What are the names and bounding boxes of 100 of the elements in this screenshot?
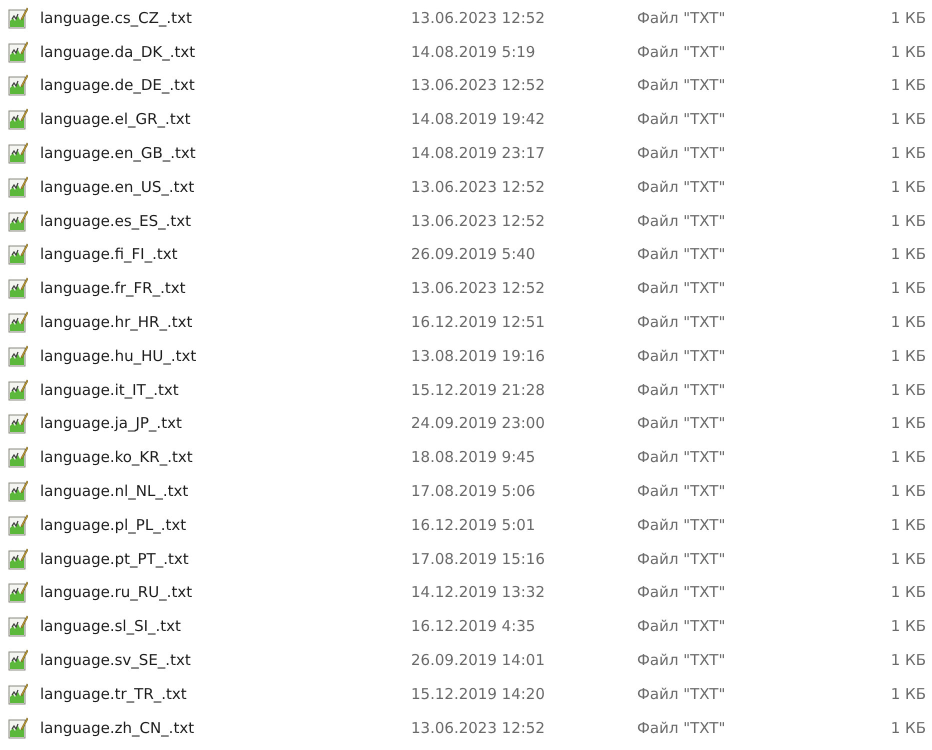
file-type: Файл "TXT" [637,448,726,466]
modified-date: 13.06.2023 12:52 [411,178,546,196]
file-size: 1 КБ [890,212,926,230]
file-type: Файл "TXT" [637,516,726,534]
file-type: Файл "TXT" [637,651,726,670]
file-size: 1 КБ [890,279,926,298]
modified-date: 26.09.2019 14:01 [411,651,546,670]
text-file-icon [8,682,28,705]
text-file-icon [8,243,28,266]
file-size: 1 КБ [890,550,926,568]
modified-date: 15.12.2019 14:20 [411,684,546,703]
file-name[interactable]: language.fr_FR_.txt [40,279,411,298]
file-name[interactable]: language.sl_SI_.txt [40,617,411,636]
file-size: 1 КБ [890,516,926,534]
file-size: 1 КБ [890,110,926,128]
text-file-icon [8,649,28,672]
file-size: 1 КБ [890,448,926,466]
file-name[interactable]: language.sv_SE_.txt [40,651,411,670]
file-type: Файл "TXT" [637,279,726,298]
file-size: 1 КБ [890,380,926,399]
file-type: Файл "TXT" [637,346,726,365]
file-name[interactable]: language.pt_PT_.txt [40,550,411,568]
file-name[interactable]: language.hu_HU_.txt [40,346,411,365]
text-file-icon [8,311,28,334]
modified-date: 26.09.2019 5:40 [411,245,536,264]
modified-date: 16.12.2019 5:01 [411,516,536,534]
text-file-icon [8,277,28,300]
file-size: 1 КБ [890,583,926,602]
file-type: Файл "TXT" [637,42,726,61]
file-name[interactable]: language.el_GR_.txt [40,110,411,128]
file-type: Файл "TXT" [637,8,726,27]
modified-date: 13.06.2023 12:52 [411,8,546,27]
text-file-icon [8,480,28,502]
file-name[interactable]: language.ko_KR_.txt [40,448,411,466]
file-name[interactable]: language.de_DE_.txt [40,76,411,94]
file-type: Файл "TXT" [637,482,726,500]
file-size: 1 КБ [890,178,926,196]
file-name[interactable]: language.fi_FI_.txt [40,245,411,264]
file-type: Файл "TXT" [637,617,726,636]
text-file-icon [8,548,28,570]
file-type: Файл "TXT" [637,414,726,432]
text-file-icon [8,108,28,130]
file-name[interactable]: language.es_ES_.txt [40,212,411,230]
file-size: 1 КБ [890,245,926,264]
file-name[interactable]: language.en_US_.txt [40,178,411,196]
text-file-icon [8,378,28,401]
text-file-icon [8,40,28,63]
file-type: Файл "TXT" [637,245,726,264]
file-size: 1 КБ [890,482,926,500]
file-name[interactable]: language.tr_TR_.txt [40,684,411,703]
file-type: Файл "TXT" [637,684,726,703]
file-size: 1 КБ [890,346,926,365]
file-name[interactable]: language.en_GB_.txt [40,144,411,162]
modified-date: 17.08.2019 15:16 [411,550,546,568]
modified-date: 14.12.2019 13:32 [411,583,546,602]
file-name[interactable]: language.ja_JP_.txt [40,414,411,432]
file-size: 1 КБ [890,684,926,703]
file-name[interactable]: language.cs_CZ_.txt [40,8,411,27]
file-type: Файл "TXT" [637,313,726,332]
file-type: Файл "TXT" [637,583,726,602]
text-file-icon [8,176,28,198]
text-file-icon [8,6,28,29]
modified-date: 14.08.2019 19:42 [411,110,546,128]
file-size: 1 КБ [890,144,926,162]
file-size: 1 КБ [890,617,926,636]
file-type: Файл "TXT" [637,212,726,230]
file-size: 1 КБ [890,718,926,737]
text-file-icon [8,716,28,739]
text-file-icon [8,142,28,164]
file-size: 1 КБ [890,651,926,670]
modified-date: 15.12.2019 21:28 [411,380,546,399]
file-name[interactable]: language.ru_RU_.txt [40,583,411,602]
modified-date: 16.12.2019 12:51 [411,313,546,332]
file-size: 1 КБ [890,8,926,27]
file-name[interactable]: language.pl_PL_.txt [40,516,411,534]
modified-date: 13.08.2019 19:16 [411,346,546,365]
text-file-icon [8,615,28,638]
text-file-icon [8,446,28,468]
modified-date: 16.12.2019 4:35 [411,617,536,636]
file-type: Файл "TXT" [637,144,726,162]
modified-date: 18.08.2019 9:45 [411,448,536,466]
file-type: Файл "TXT" [637,550,726,568]
modified-date: 13.06.2023 12:52 [411,718,546,737]
file-type: Файл "TXT" [637,76,726,94]
text-file-icon [8,412,28,434]
file-name[interactable]: language.hr_HR_.txt [40,313,411,332]
file-type: Файл "TXT" [637,380,726,399]
file-name[interactable]: language.zh_CN_.txt [40,718,411,737]
text-file-icon [8,581,28,604]
file-size: 1 КБ [890,313,926,332]
file-name[interactable]: language.nl_NL_.txt [40,482,411,500]
text-file-icon [8,74,28,96]
file-name[interactable]: language.it_IT_.txt [40,380,411,399]
file-size: 1 КБ [890,414,926,432]
text-file-icon [8,514,28,536]
modified-date: 24.09.2019 23:00 [411,414,546,432]
file-name[interactable]: language.da_DK_.txt [40,42,411,61]
file-type: Файл "TXT" [637,178,726,196]
file-type: Файл "TXT" [637,718,726,737]
modified-date: 14.08.2019 5:19 [411,42,536,61]
